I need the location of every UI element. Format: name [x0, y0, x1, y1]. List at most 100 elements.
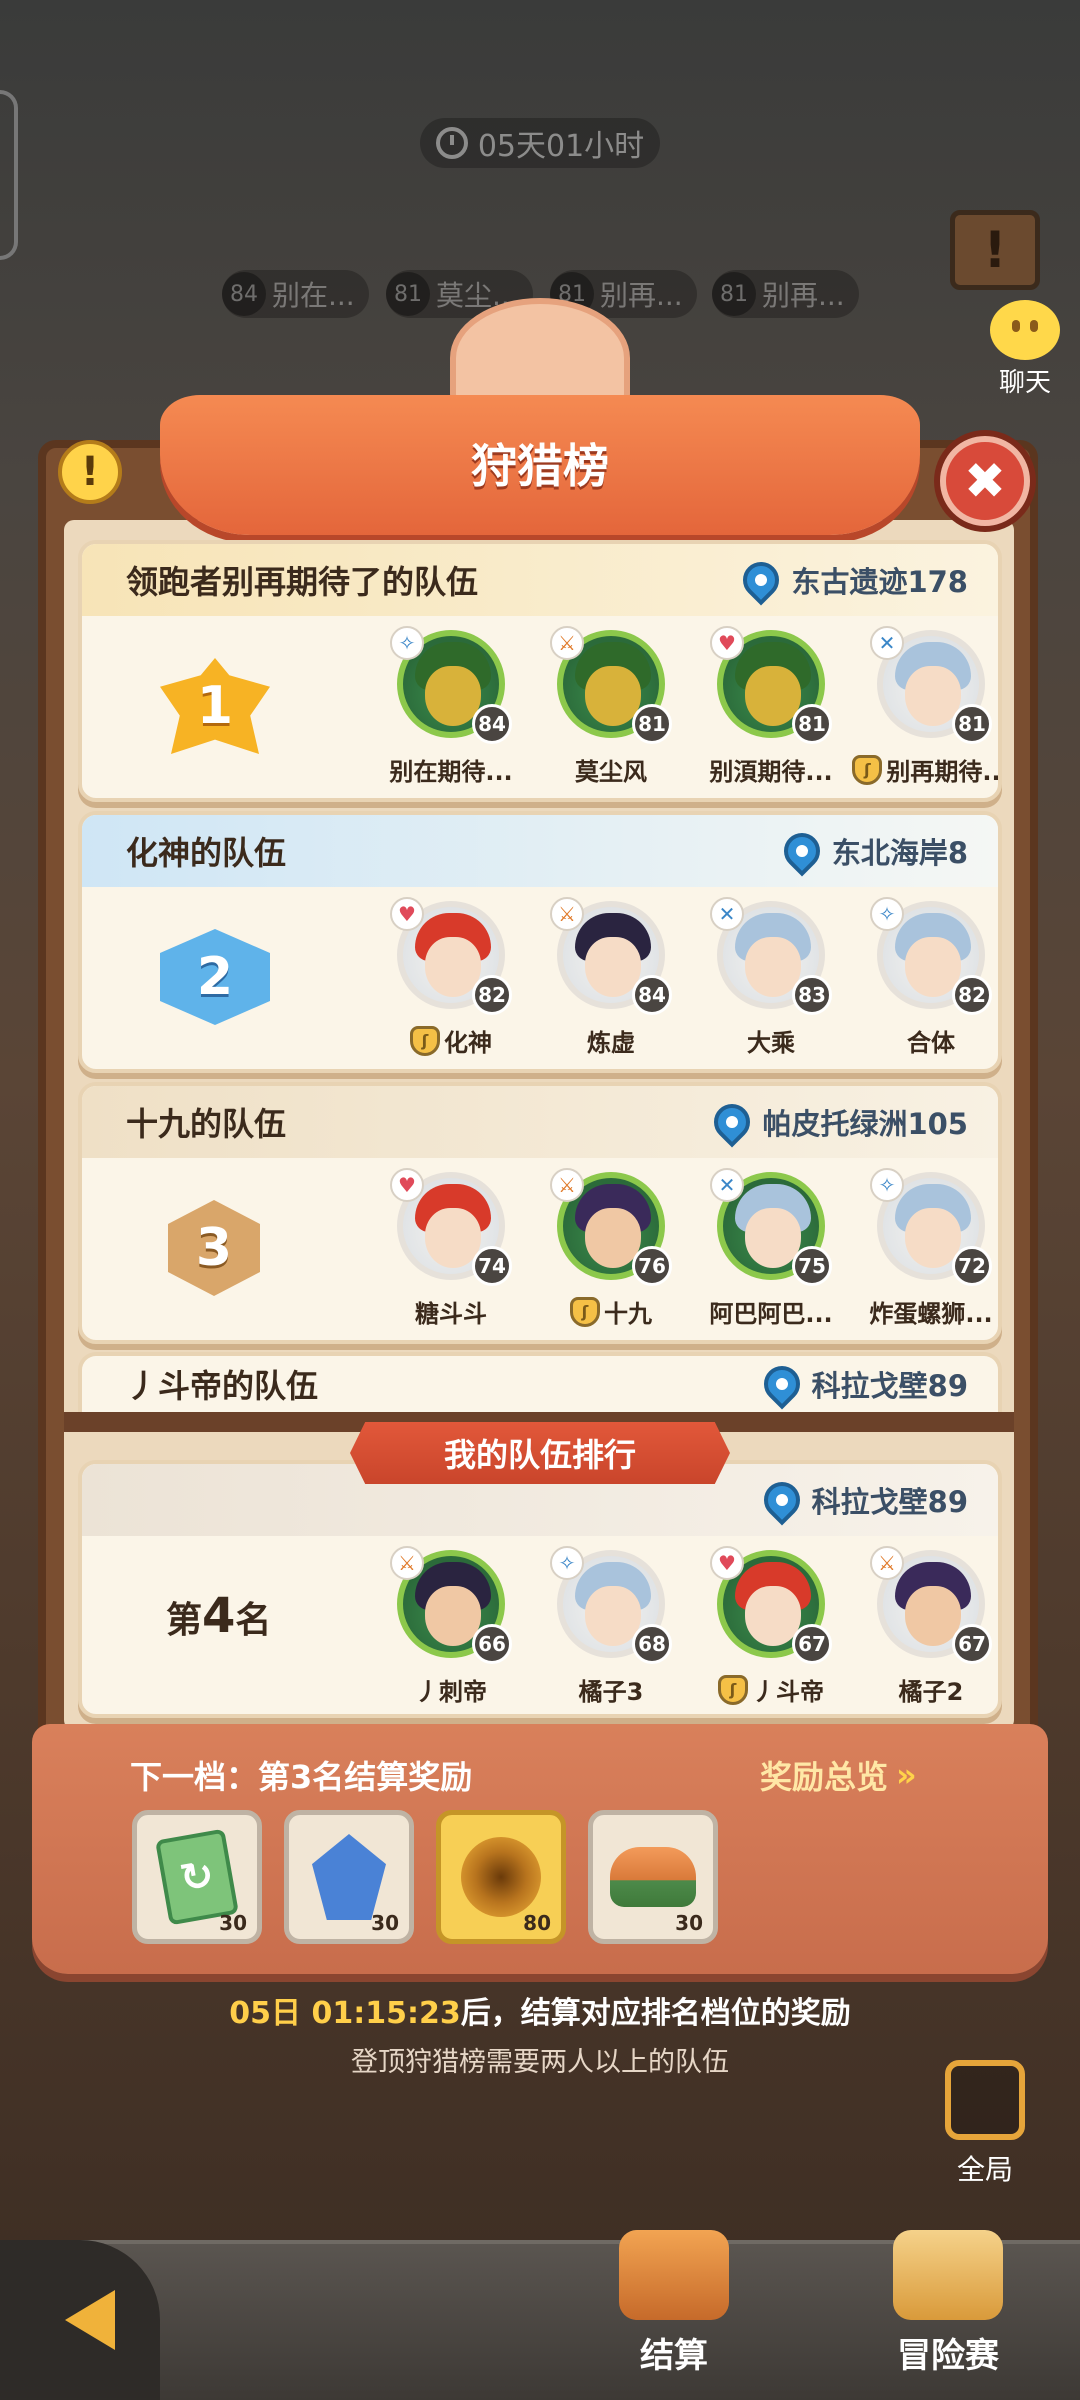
level-badge: 81: [792, 704, 832, 744]
team-name: 领跑者别再期待了的队伍: [126, 563, 479, 601]
crystal-icon: [312, 1834, 386, 1920]
food-plate-icon: [610, 1847, 696, 1907]
member-item[interactable]: ♥ 74 糖斗斗: [390, 1168, 512, 1329]
member-item[interactable]: ✕ 75 阿巴阿巴...: [709, 1168, 833, 1329]
member-item[interactable]: ♥ 67 ʃ 丿斗帝: [710, 1546, 832, 1707]
member-name: 炸蛋螺狮...: [869, 1300, 993, 1328]
reward-item[interactable]: 30: [588, 1810, 718, 1944]
level-badge: 67: [792, 1624, 832, 1664]
rank-card-4[interactable]: 丿斗帝的队伍 科拉戈壁89: [78, 1352, 1002, 1412]
member-name: 别在期待...: [389, 758, 513, 786]
chat-button[interactable]: 聊天: [980, 300, 1070, 399]
member-item[interactable]: ♥ 82 ʃ 化神: [390, 897, 512, 1058]
location-pin-icon: [756, 1358, 808, 1410]
member-name: 别再期待...: [886, 758, 1002, 786]
rank-card-3[interactable]: 十九的队伍 帕皮托绿洲105 3 ♥ 74 糖斗斗 ⚔ 76 ʃ 十九 ✕ 75…: [78, 1082, 1002, 1344]
team-name: 十九的队伍: [126, 1105, 287, 1143]
warrior-role-icon: ⚔: [870, 1546, 904, 1580]
team-location[interactable]: 东北海岸8: [776, 825, 968, 877]
team-leader-icon: ʃ: [570, 1296, 600, 1327]
team-location[interactable]: 东古遗迹178: [735, 554, 968, 606]
my-rank: 第4名: [166, 1588, 271, 1644]
chat-bubble-icon: [990, 300, 1060, 360]
my-team-card[interactable]: 科拉戈壁89 第4名 ⚔ 66 丿刺帝 ✧ 68 橘子3 ♥ 67 ʃ 丿斗帝 …: [78, 1460, 1002, 1718]
level-badge: 82: [952, 975, 992, 1015]
bg-player-name: 别在...: [272, 279, 355, 312]
member-item[interactable]: ✕ 81 ʃ 别再期待...: [852, 626, 998, 787]
level-badge: 81: [632, 704, 672, 744]
season-countdown: 05天01小时: [420, 118, 660, 168]
adventure-map-icon: [893, 2230, 1003, 2320]
global-map-button[interactable]: 全局: [930, 2060, 1040, 2188]
member-item[interactable]: ⚔ 67 橘子2: [870, 1546, 992, 1707]
member-list: ♥ 82 ʃ 化神 ⚔ 84 炼虚 ✕ 83 大乘 ✧ 82 合体: [390, 897, 992, 1058]
member-name: 大乘: [747, 1029, 795, 1057]
member-item[interactable]: ♥ 81 别湏期待...: [709, 626, 833, 787]
rank-card-2[interactable]: 化神的队伍 东北海岸8 2 ♥ 82 ʃ 化神 ⚔ 84 炼虚 ✕ 83 大乘 …: [78, 811, 1002, 1073]
team-location[interactable]: 科拉戈壁89: [756, 1474, 968, 1526]
team-location[interactable]: 科拉戈壁89: [756, 1358, 968, 1410]
team-name: 化神的队伍: [126, 834, 287, 872]
location-text: 东古遗迹178: [791, 565, 968, 599]
member-name: 别湏期待...: [709, 758, 833, 786]
warrior-role-icon: ⚔: [550, 897, 584, 931]
nav-adventure-label: 冒险赛: [897, 2336, 999, 2376]
nav-settle[interactable]: 结算: [584, 2230, 764, 2400]
level-badge: 75: [792, 1246, 832, 1286]
mage-role-icon: ✧: [390, 626, 424, 660]
team-leader-icon: ʃ: [718, 1674, 748, 1705]
member-item[interactable]: ⚔ 76 ʃ 十九: [550, 1168, 672, 1329]
member-item[interactable]: ⚔ 84 炼虚: [550, 897, 672, 1058]
settlement-info: 05日 01:15:23后，结算对应排名档位的奖励: [0, 1988, 1080, 2032]
member-item[interactable]: ✕ 83 大乘: [710, 897, 832, 1058]
archer-role-icon: ✕: [710, 1168, 744, 1202]
card-header: 领跑者别再期待了的队伍 东古遗迹178: [82, 544, 998, 616]
member-item[interactable]: ⚔ 66 丿刺帝: [390, 1546, 512, 1707]
healer-role-icon: ♥: [710, 1546, 744, 1580]
member-item[interactable]: ✧ 72 炸蛋螺狮...: [869, 1168, 993, 1329]
healer-role-icon: ♥: [710, 626, 744, 660]
side-tab[interactable]: [0, 90, 18, 260]
rank-card-1[interactable]: 领跑者别再期待了的队伍 东古遗迹178 1 ✧ 84 别在期待... ⚔ 81: [78, 540, 1002, 802]
mage-role-icon: ✧: [550, 1546, 584, 1580]
member-item[interactable]: ✧ 68 橘子3: [550, 1546, 672, 1707]
level-badge: 74: [472, 1246, 512, 1286]
warrior-role-icon: ⚔: [550, 1168, 584, 1202]
back-button[interactable]: [0, 2240, 160, 2400]
healer-role-icon: ♥: [390, 897, 424, 931]
location-pin-icon: [776, 825, 828, 877]
countdown-text: 05天01小时: [477, 129, 645, 164]
close-button[interactable]: ✖: [940, 436, 1030, 526]
member-item[interactable]: ⚔ 81 莫尘风: [550, 626, 672, 787]
member-name: 丿刺帝: [415, 1678, 487, 1706]
warrior-role-icon: ⚔: [390, 1546, 424, 1580]
level-badge: 72: [952, 1246, 992, 1286]
reward-item[interactable]: 80: [436, 1810, 566, 1944]
member-item[interactable]: ✧ 82 合体: [870, 897, 992, 1058]
level-badge: 66: [472, 1624, 512, 1664]
healer-role-icon: ♥: [390, 1168, 424, 1202]
chat-label: 聊天: [998, 368, 1051, 398]
location-pin-icon: [756, 1474, 808, 1526]
nav-adventure[interactable]: 冒险赛: [858, 2230, 1038, 2400]
notice-board-icon[interactable]: !: [950, 210, 1040, 290]
settlement-text: 后，结算对应排名档位的奖励: [460, 1996, 851, 2031]
reward-count: 30: [219, 1911, 247, 1935]
bg-player-level: 81: [712, 272, 756, 316]
member-item[interactable]: ✧ 84 别在期待...: [389, 626, 513, 787]
settlement-note: 登顶狩猎榜需要两人以上的队伍: [351, 2047, 729, 2078]
reward-item[interactable]: ↻ 30: [132, 1810, 262, 1944]
bg-player-name: 别再...: [762, 279, 845, 312]
location-text: 科拉戈壁89: [811, 1369, 968, 1403]
member-list: ♥ 74 糖斗斗 ⚔ 76 ʃ 十九 ✕ 75 阿巴阿巴... ✧ 72 炸蛋螺…: [390, 1168, 993, 1329]
level-badge: 76: [632, 1246, 672, 1286]
info-button[interactable]: !: [58, 440, 122, 504]
level-badge: 82: [472, 975, 512, 1015]
map-pin-frame-icon: [945, 2060, 1025, 2140]
team-location[interactable]: 帕皮托绿洲105: [706, 1096, 968, 1148]
level-badge: 83: [792, 975, 832, 1015]
level-badge: 84: [632, 975, 672, 1015]
member-name: 莫尘风: [575, 758, 647, 786]
reward-overview-link[interactable]: 奖励总览 »: [760, 1752, 917, 1798]
reward-item[interactable]: 30: [284, 1810, 414, 1944]
